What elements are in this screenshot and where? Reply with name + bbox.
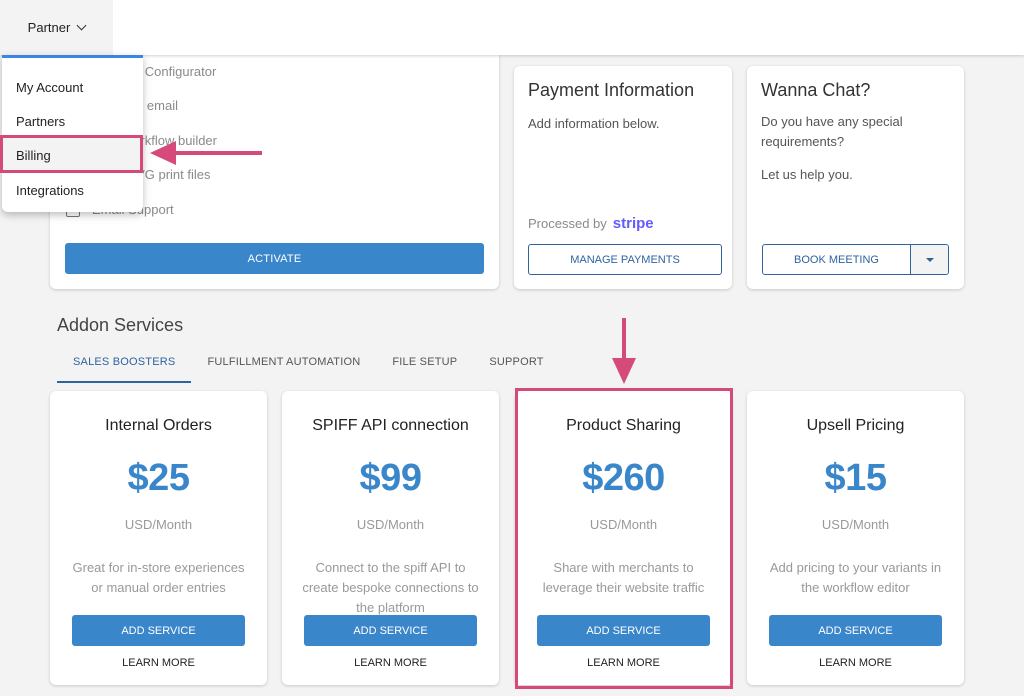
service-price: $15 (824, 457, 887, 499)
partner-dropdown-menu: My Account Partners Billing Integrations (2, 55, 143, 212)
service-name: Product Sharing (566, 417, 681, 434)
menu-item-billing[interactable]: Billing (2, 138, 143, 172)
activate-button[interactable]: ACTIVATE (65, 243, 484, 274)
learn-more-button[interactable]: LEARN MORE (282, 657, 499, 669)
menu-item-partners[interactable]: Partners (2, 104, 143, 138)
menu-item-integrations[interactable]: Integrations (2, 173, 143, 207)
payment-card: Payment Information Add information belo… (514, 66, 732, 289)
service-description: Connect to the spiff API to create bespo… (302, 560, 479, 615)
learn-more-button[interactable]: LEARN MORE (747, 657, 964, 669)
menu-item-my-account[interactable]: My Account (2, 70, 143, 104)
service-price: $99 (359, 457, 422, 499)
arrow-down-icon (612, 318, 636, 384)
processed-by: Processed by stripe (528, 215, 654, 232)
tab-sales-boosters[interactable]: SALES BOOSTERS (57, 343, 192, 383)
manage-payments-button[interactable]: MANAGE PAYMENTS (528, 244, 722, 275)
book-meeting-split-button: BOOK MEETING (762, 244, 949, 275)
service-unit: USD/Month (356, 517, 425, 532)
tab-support[interactable]: SUPPORT (473, 343, 559, 381)
service-name: Upsell Pricing (806, 417, 905, 434)
service-unit: USD/Month (589, 517, 658, 532)
top-bar: Partner (0, 0, 1024, 55)
service-description: Add pricing to your variants in the work… (769, 560, 942, 595)
service-name: Internal Orders (105, 417, 212, 434)
service-card: Product Sharing $260 USD/Month Share wit… (515, 391, 732, 685)
learn-more-button[interactable]: LEARN MORE (50, 657, 267, 669)
chat-title: Wanna Chat? (761, 80, 871, 100)
service-price: $260 (582, 457, 665, 499)
service-unit: USD/Month (821, 517, 890, 532)
add-service-button[interactable]: ADD SERVICE (769, 615, 942, 646)
service-price: $25 (127, 457, 190, 499)
service-card: SPIFF API connection $99 USD/Month Conne… (282, 391, 499, 685)
payment-title: Payment Information (528, 80, 695, 100)
arrow-left-icon (150, 141, 262, 165)
add-service-button[interactable]: ADD SERVICE (537, 615, 710, 646)
chat-card: Wanna Chat? Do you have any special requ… (747, 66, 964, 289)
tab-fulfillment-automation[interactable]: FULFILLMENT AUTOMATION (191, 343, 376, 381)
stripe-logo: stripe (612, 215, 654, 232)
service-name: SPIFF API connection (312, 417, 469, 434)
partner-menu-button[interactable]: Partner (0, 0, 113, 55)
chat-text: Do you have any special requirements? (761, 114, 903, 149)
payment-text: Add information below. (528, 116, 660, 131)
chat-text-help: Let us help you. (761, 167, 853, 182)
learn-more-button[interactable]: LEARN MORE (515, 657, 732, 669)
add-service-button[interactable]: ADD SERVICE (72, 615, 245, 646)
book-meeting-dropdown[interactable] (911, 245, 948, 274)
tab-file-setup[interactable]: FILE SETUP (376, 343, 473, 381)
processed-by-label: Processed by (528, 216, 607, 231)
add-service-button[interactable]: ADD SERVICE (304, 615, 477, 646)
service-card: Internal Orders $25 USD/Month Great for … (50, 391, 267, 685)
service-description: Share with merchants to leverage their w… (542, 560, 705, 595)
service-unit: USD/Month (124, 517, 193, 532)
service-description: Great for in-store experiences or manual… (72, 560, 245, 595)
addon-tabs: SALES BOOSTERS FULFILLMENT AUTOMATION FI… (57, 343, 560, 383)
book-meeting-button[interactable]: BOOK MEETING (763, 245, 911, 274)
addon-services-title: Addon Services (57, 315, 184, 335)
chevron-down-icon (76, 20, 87, 31)
partner-label: Partner (27, 20, 71, 35)
service-card: Upsell Pricing $15 USD/Month Add pricing… (747, 391, 964, 685)
caret-down-icon (925, 257, 934, 262)
